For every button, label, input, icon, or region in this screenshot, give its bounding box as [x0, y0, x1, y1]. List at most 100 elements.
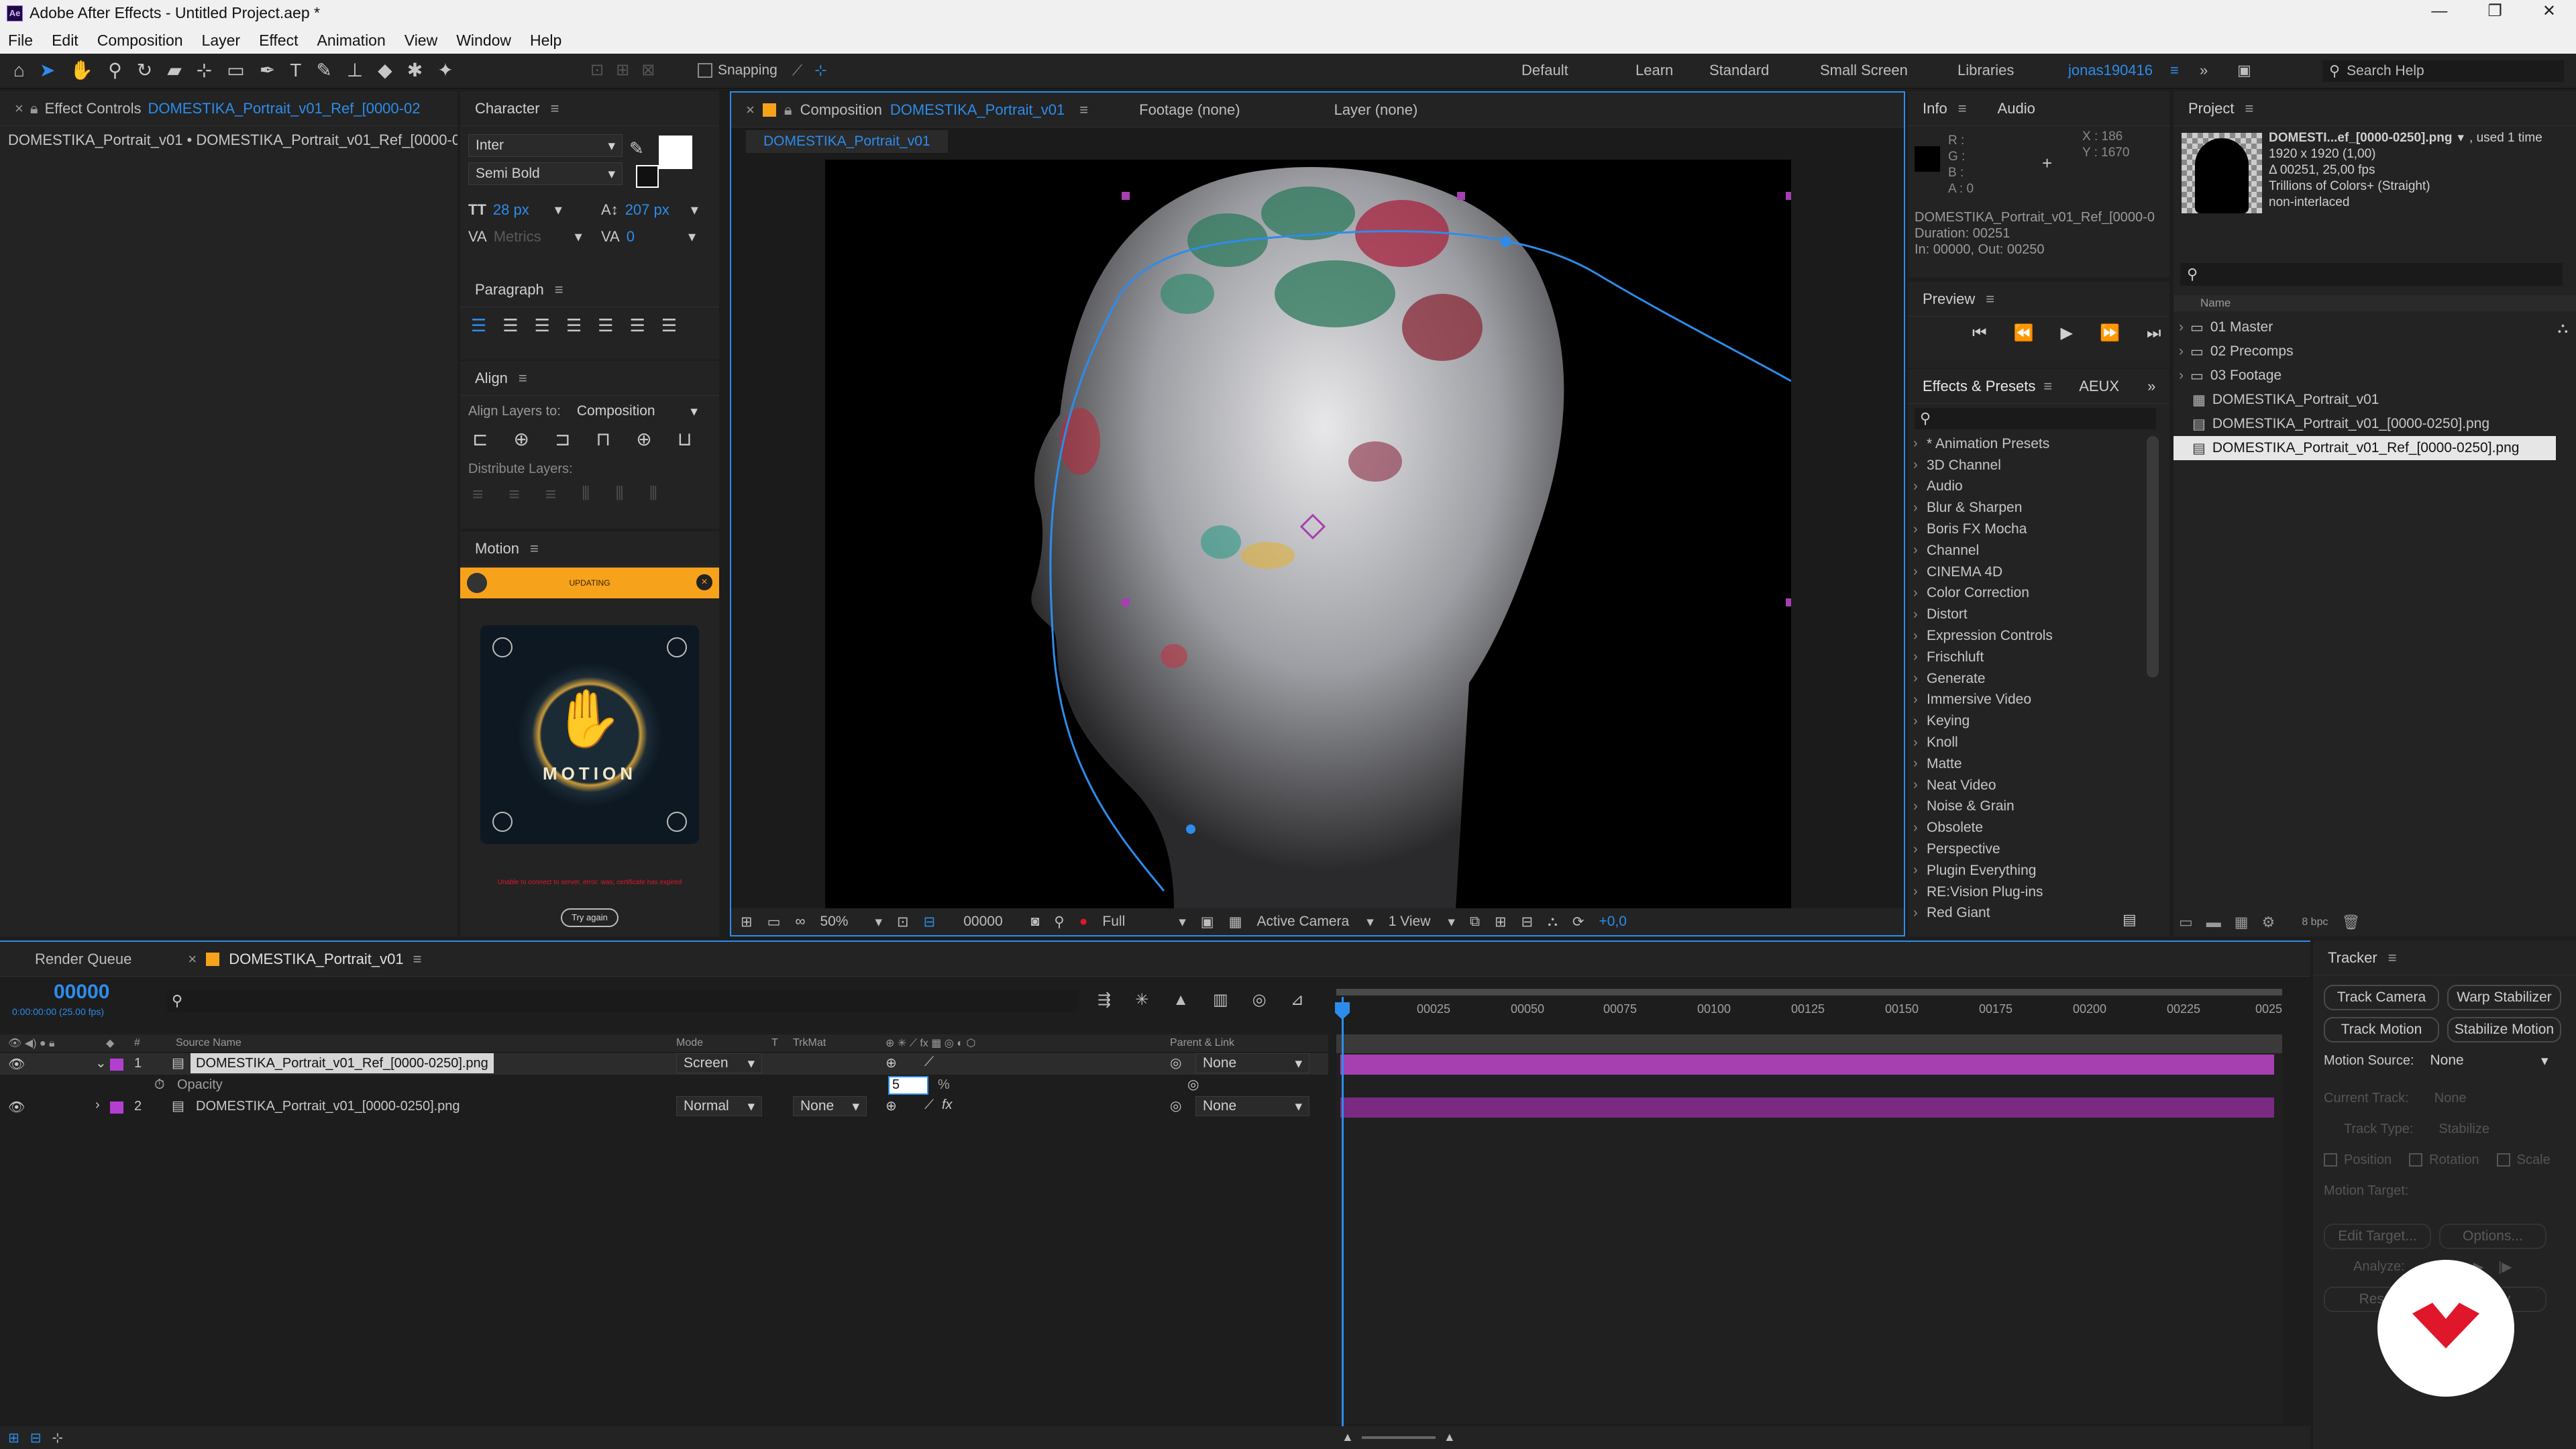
- close-tab-icon[interactable]: ×: [188, 951, 197, 968]
- layer-trkmat-dropdown[interactable]: None ▾: [793, 1096, 867, 1116]
- flowchart-icon[interactable]: ⛬: [1548, 914, 1558, 930]
- comp-tab-name[interactable]: DOMESTIKA_Portrait_v01: [890, 101, 1065, 119]
- camera-tool-icon[interactable]: ▰: [167, 59, 182, 81]
- align-right-text-icon[interactable]: ☰: [535, 315, 550, 336]
- timeline-zoom[interactable]: ▲ ▲: [1342, 1430, 1456, 1444]
- motion-close-icon[interactable]: ×: [696, 574, 712, 590]
- align-top-icon[interactable]: ⊓: [596, 428, 610, 450]
- camera-dropdown[interactable]: Active Camera ▾: [1256, 914, 1373, 930]
- effects-category[interactable]: › Immersive Video: [1913, 690, 2145, 711]
- menu-animation[interactable]: Animation: [317, 32, 385, 50]
- channel-icon[interactable]: ●: [1079, 914, 1088, 930]
- new-comp-icon[interactable]: ▦: [2235, 914, 2249, 931]
- close-window-icon[interactable]: ✕: [2542, 1, 2556, 21]
- fast-preview-icon[interactable]: ⊞: [1495, 914, 1507, 930]
- panel-menu-icon[interactable]: ≡: [1986, 290, 1994, 308]
- layer-duration-bar[interactable]: [1340, 1097, 2274, 1118]
- fit-icon[interactable]: ⊡: [897, 914, 909, 930]
- monitor-icon[interactable]: ▭: [767, 914, 781, 930]
- brush-tool-icon[interactable]: ✎: [316, 59, 331, 81]
- snap-feature-icon[interactable]: ⊹: [814, 62, 826, 79]
- close-tab-icon[interactable]: ×: [746, 101, 755, 119]
- resolution-dropdown[interactable]: Full ▾: [1102, 914, 1185, 930]
- pan-behind-tool-icon[interactable]: ⊹: [197, 59, 212, 81]
- workspace-small-screen[interactable]: Small Screen: [1820, 62, 1957, 79]
- zoom-in-icon[interactable]: ▲: [1444, 1430, 1456, 1444]
- reset-exposure-icon[interactable]: ⟳: [1572, 914, 1585, 930]
- effects-category[interactable]: › Blur & Sharpen: [1913, 497, 2145, 519]
- comp-flow-icon[interactable]: ⇶: [1097, 990, 1111, 1010]
- effects-category[interactable]: › Distort: [1913, 604, 2145, 625]
- views-dropdown[interactable]: 1 View ▾: [1389, 914, 1455, 930]
- opacity-value-input[interactable]: 5: [888, 1076, 928, 1095]
- effects-category[interactable]: › Channel: [1913, 540, 2145, 561]
- maximize-icon[interactable]: ❐: [2487, 1, 2502, 21]
- lock-icon[interactable]: 🔒︎: [784, 101, 792, 119]
- warp-stabilizer-button[interactable]: Warp Stabilizer: [2447, 985, 2561, 1010]
- help-search-input[interactable]: Search Help: [2347, 63, 2424, 79]
- panel-menu-icon[interactable]: ≡: [2245, 100, 2253, 117]
- new-bin-icon[interactable]: ▤: [2123, 911, 2137, 928]
- panel-overflow-icon[interactable]: »: [2147, 378, 2155, 395]
- align-center-text-icon[interactable]: ☰: [502, 315, 518, 336]
- layer-duration-bar[interactable]: [1340, 1055, 2274, 1075]
- motion-blur-icon[interactable]: ◎: [1252, 990, 1267, 1010]
- interpret-footage-icon[interactable]: ▭: [2179, 914, 2193, 931]
- workspace-menu-icon[interactable]: ≡: [2170, 62, 2200, 79]
- distribute-right-icon[interactable]: ⦀: [649, 483, 657, 505]
- scale-checkbox[interactable]: [2496, 1153, 2510, 1167]
- effects-category[interactable]: › Generate: [1913, 668, 2145, 690]
- effects-category[interactable]: › * Animation Presets: [1913, 433, 2145, 455]
- edit-target-button[interactable]: Edit Target...: [2324, 1224, 2431, 1249]
- parent-pickwhip-icon[interactable]: ◎: [1170, 1097, 1181, 1114]
- project-item[interactable]: › ▭ 02 Precomps: [2174, 339, 2549, 364]
- type-tool-icon[interactable]: T: [290, 60, 301, 81]
- zoom-dropdown[interactable]: 50% ▾: [820, 914, 882, 930]
- effects-category[interactable]: › Matte: [1913, 753, 2145, 775]
- render-time-toggle-icon[interactable]: ⊹: [52, 1430, 64, 1446]
- position-checkbox[interactable]: [2324, 1153, 2337, 1167]
- share-icon[interactable]: ▣: [2237, 62, 2267, 79]
- snapping-checkbox[interactable]: [698, 63, 712, 78]
- font-family-dropdown[interactable]: Inter ▾: [468, 134, 623, 157]
- align-vcenter-icon[interactable]: ⊕: [636, 428, 651, 450]
- safe-area-icon[interactable]: ⊟: [924, 914, 936, 930]
- timeline-icon[interactable]: ⊟: [1521, 914, 1534, 930]
- snapshot-icon[interactable]: ◙: [1031, 914, 1040, 930]
- fx-switch-icon[interactable]: fx: [942, 1097, 953, 1113]
- rotation-checkbox[interactable]: [2409, 1153, 2423, 1167]
- snap-edge-icon[interactable]: ⟋: [792, 62, 802, 79]
- col-mode[interactable]: Mode: [676, 1037, 703, 1049]
- comp-timecode[interactable]: 00000: [963, 914, 1002, 930]
- home-icon[interactable]: ⌂: [13, 60, 25, 81]
- distribute-bottom-icon[interactable]: ≡: [545, 484, 556, 505]
- switch-shy-icon[interactable]: ⊕: [885, 1097, 897, 1114]
- menu-layer[interactable]: Layer: [202, 32, 241, 50]
- layer-tab[interactable]: Layer (none): [1334, 101, 1418, 119]
- axis-view-icon[interactable]: ⊠: [641, 60, 655, 80]
- effect-controls-tab-layer[interactable]: DOMESTIKA_Portrait_v01_Ref_[0000-02: [148, 100, 420, 117]
- track-area[interactable]: [1336, 1034, 2282, 1424]
- effects-search[interactable]: ⚲: [1915, 408, 2156, 429]
- layer-parent-dropdown[interactable]: None ▾: [1195, 1096, 1309, 1116]
- roto-brush-tool-icon[interactable]: ✱: [407, 59, 423, 81]
- switch-quality-icon[interactable]: ⟋: [924, 1097, 934, 1113]
- effects-category[interactable]: › Knoll: [1913, 732, 2145, 753]
- trash-icon[interactable]: 🗑︎: [2341, 914, 2360, 931]
- workspace-libraries[interactable]: Libraries: [1957, 62, 2068, 79]
- minimize-icon[interactable]: —: [2431, 2, 2447, 21]
- comp-breadcrumb[interactable]: DOMESTIKA_Portrait_v01: [746, 130, 948, 153]
- effects-category[interactable]: › Neat Video: [1913, 775, 2145, 796]
- rotate-tool-icon[interactable]: ↻: [137, 59, 152, 81]
- selection-tool-icon[interactable]: ➤: [40, 59, 55, 81]
- axis-local-icon[interactable]: ⊡: [590, 60, 604, 80]
- motion-try-again-button[interactable]: Try again: [561, 908, 619, 927]
- switch-quality-icon[interactable]: ⟋: [924, 1055, 934, 1070]
- track-motion-button[interactable]: Track Motion: [2324, 1017, 2439, 1042]
- exposure-value[interactable]: +0,0: [1599, 914, 1626, 930]
- layer-label-color[interactable]: [110, 1059, 123, 1071]
- col-t[interactable]: T: [771, 1037, 778, 1049]
- project-item[interactable]: ▦ DOMESTIKA_Portrait_v01: [2174, 388, 2549, 412]
- zoom-tool-icon[interactable]: ⚲: [108, 59, 122, 81]
- effects-category[interactable]: › Expression Controls: [1913, 625, 2145, 647]
